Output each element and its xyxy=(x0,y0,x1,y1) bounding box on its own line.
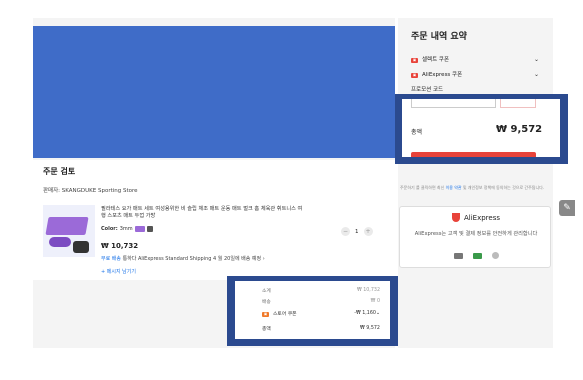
chevron-down-icon: ⌄ xyxy=(375,311,380,316)
product-thumbnail[interactable] xyxy=(43,205,95,257)
shipping-text: 통하다 AliExpress Standard Shipping 4 월 20일… xyxy=(121,256,262,262)
secure-text: AliExpress는 고객 및 결제 정보를 안전하게 관리합니다 xyxy=(414,231,538,237)
store-coupon-row[interactable]: ▣ 스토어 쿠폰 -₩ 1,160⌄ xyxy=(262,310,380,317)
minus-icon[interactable]: − xyxy=(341,227,350,236)
shipping-value: ₩ 0 xyxy=(370,299,380,304)
legal-text-prefix: 주문하기 를 클릭하면 최신 xyxy=(400,185,446,190)
quantity-value: 1 xyxy=(355,228,359,235)
bag-image xyxy=(73,241,89,253)
store-coupon-label-wrap: ▣ 스토어 쿠폰 xyxy=(262,310,297,317)
color-value: 3mm xyxy=(119,226,133,232)
subtotal-row: 소계 ₩ 10,732 xyxy=(262,287,380,294)
color-swatch xyxy=(134,226,145,232)
card-icon xyxy=(453,252,463,259)
subtotal-label: 소계 xyxy=(262,289,271,294)
aliexpress-coupon-row[interactable]: ▣ AliExpress 쿠폰 ⌄ xyxy=(411,70,539,78)
mat-roll-image xyxy=(49,237,71,247)
place-order-button[interactable] xyxy=(411,152,536,157)
coupon-tag-icon: ▣ xyxy=(411,58,418,63)
edit-icon[interactable]: ✎ xyxy=(559,200,575,216)
store-coupon-value-wrap: -₩ 1,160⌄ xyxy=(354,311,380,316)
secure-brand-name: AliExpress xyxy=(463,213,500,222)
aliexpress-coupon-label-wrap: ▣ AliExpress 쿠폰 xyxy=(411,70,462,78)
aliexpress-coupon-label: AliExpress 쿠폰 xyxy=(422,72,463,78)
shipping-info: 무료 배송 통하다 AliExpress Standard Shipping 4… xyxy=(101,255,265,262)
plus-icon[interactable]: + xyxy=(363,227,373,236)
subtotal-value: ₩ 10,732 xyxy=(356,288,380,293)
free-shipping-label: 무료 배송 xyxy=(101,256,121,262)
terms-link[interactable]: 이용 약관 xyxy=(446,185,462,190)
summary-total-value: ₩ 9,572 xyxy=(359,326,380,331)
apply-promo-button[interactable] xyxy=(500,99,536,108)
legal-text-suffix: 및 개인정보 정책에 동의하는 것으로 간주됩니다. xyxy=(461,185,545,190)
yoga-mat-image xyxy=(45,217,89,235)
chevron-down-icon: ⌄ xyxy=(533,55,539,63)
summary-total-row: 총액 ₩ 9,572 xyxy=(262,325,380,332)
select-coupon-label-wrap: ▣ 셀렉트 쿠폰 xyxy=(411,55,449,63)
secure-brand: AliExpress xyxy=(400,213,552,222)
total-label: 총액 xyxy=(411,129,423,136)
bank-icon xyxy=(472,252,482,259)
chevron-right-icon[interactable]: › xyxy=(263,256,265,262)
summary-total-label: 총액 xyxy=(262,327,271,332)
total-value: ₩ 9,572 xyxy=(496,124,543,135)
quantity-stepper: − 1 + xyxy=(341,227,373,236)
coupon-tag-icon: ▣ xyxy=(262,312,269,317)
wallet-icon xyxy=(491,252,499,259)
color-label: Color: xyxy=(101,226,118,232)
promo-code-label: 프로모션 코드 xyxy=(411,87,444,93)
leave-message-link[interactable]: + 메시지 남기기 xyxy=(101,268,136,275)
review-title: 주문 검토 xyxy=(43,167,76,176)
seller-name: 판매자: SKANGDUKE Sporting Store xyxy=(43,188,138,194)
shipping-row: 배송 ₩ 0 xyxy=(262,298,380,305)
product-color: Color: 3mm xyxy=(101,226,153,232)
select-coupon-label: 셀렉트 쿠폰 xyxy=(422,57,450,63)
sidebar-column xyxy=(398,18,553,348)
coupon-tag-icon: ▣ xyxy=(411,73,418,78)
product-title[interactable]: 필라테스 요가 매트 세트 여성용위한 비 슬립 체조 매트 운동 매트 벌크 … xyxy=(101,206,306,220)
chevron-down-icon: ⌄ xyxy=(533,70,539,78)
store-coupon-label: 스토어 쿠폰 xyxy=(273,312,297,317)
select-coupon-row[interactable]: ▣ 셀렉트 쿠폰 ⌄ xyxy=(411,55,539,63)
order-summary-title: 주문 내역 요약 xyxy=(411,32,467,42)
shipping-label: 배송 xyxy=(262,300,271,305)
redacted-region xyxy=(33,26,395,158)
payment-icons xyxy=(400,252,552,259)
product-price: ₩ 10,732 xyxy=(101,242,139,250)
store-coupon-value: -₩ 1,160 xyxy=(354,311,376,316)
shield-icon xyxy=(451,213,460,222)
legal-notice: 주문하기 를 클릭하면 최신 이용 약관 및 개인정보 정책에 동의하는 것으로… xyxy=(400,185,550,190)
secure-payment-box: AliExpress AliExpress는 고객 및 결제 정보를 안전하게 … xyxy=(399,206,551,268)
color-swatch-dark xyxy=(146,226,153,232)
promo-code-input[interactable] xyxy=(411,99,496,108)
